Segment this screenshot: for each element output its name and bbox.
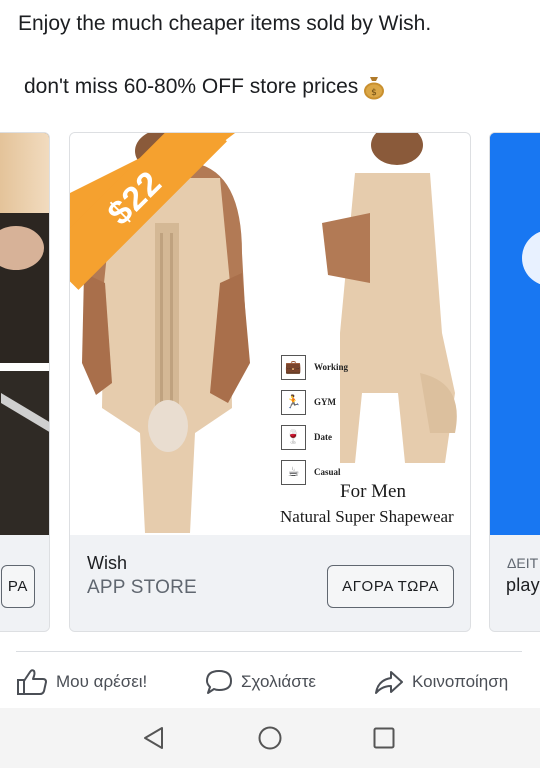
android-nav-bar: [0, 708, 540, 768]
comment-button[interactable]: Σχολιάστε: [204, 668, 316, 696]
feature-label: Date: [314, 432, 332, 442]
money-bag-icon: $: [362, 74, 386, 100]
feature-item: 🍷 Date: [281, 421, 361, 453]
card-subtitle: play: [506, 575, 540, 595]
like-label: Μου αρέσει!: [56, 672, 148, 691]
recent-apps-nav-button[interactable]: [371, 725, 397, 751]
back-triangle-icon: [144, 727, 163, 749]
share-label: Κοινοποίηση: [412, 672, 509, 691]
advertiser-subtitle: APP STORE: [87, 577, 197, 598]
home-nav-button[interactable]: [257, 725, 283, 751]
post-actions-bar: Μου αρέσει! Σχολιάστε Κοινοποίηση: [0, 668, 540, 708]
recent-square-icon: [373, 727, 395, 749]
card-title: ΔΕΙΤ: [507, 555, 539, 571]
card-footer: ΔΕΙΤ play: [490, 535, 540, 631]
briefcase-icon: 💼: [281, 354, 306, 380]
feature-label: GYM: [314, 397, 336, 407]
coffee-cup-icon: ☕: [281, 459, 306, 485]
like-button[interactable]: Μου αρέσει!: [15, 668, 147, 696]
actions-divider: [16, 651, 522, 652]
svg-text:$: $: [371, 88, 377, 98]
post-text-line-2-text: don't miss 60-80% OFF store prices: [24, 75, 359, 98]
treadmill-icon: 🏃: [281, 389, 306, 415]
home-circle-icon: [258, 726, 282, 750]
feature-item: 🏃 GYM: [281, 386, 361, 418]
product-feature-list: 💼 Working 🏃 GYM 🍷 Date ☕ Casual: [281, 351, 361, 491]
buy-now-button[interactable]: ΑΓΟΡΑ ΤΩΡΑ: [327, 565, 454, 608]
carousel-card-next[interactable]: ΔΕΙΤ play: [489, 132, 540, 632]
card-footer: ΡΑ: [0, 535, 49, 631]
comment-label: Σχολιάστε: [241, 672, 316, 691]
carousel-card-previous[interactable]: ΡΑ: [0, 132, 50, 632]
advertiser-name: Wish: [87, 553, 127, 573]
card-image[interactable]: [0, 133, 49, 535]
product-image[interactable]: $22 💼 Working 🏃 GYM 🍷 Date ☕ Casual For …: [70, 133, 470, 535]
ad-carousel[interactable]: ΡΑ $22 💼 Working 🏃 GYM 🍷 Date ☕ Casual F…: [0, 132, 540, 634]
card-footer: Wish APP STORE ΑΓΟΡΑ ΤΩΡΑ: [70, 535, 470, 631]
product-caption-subtitle: Natural Super Shapewear: [280, 507, 454, 526]
share-arrow-icon: [375, 671, 403, 694]
post-text-line-1: Enjoy the much cheaper items sold by Wis…: [18, 12, 432, 35]
feature-label: Working: [314, 362, 349, 372]
back-nav-button[interactable]: [141, 725, 167, 751]
feature-item: 💼 Working: [281, 351, 361, 383]
feature-label: Casual: [314, 467, 341, 477]
comment-bubble-icon: [206, 670, 232, 694]
card-cta-button[interactable]: ΡΑ: [0, 565, 35, 608]
share-button[interactable]: Κοινοποίηση: [373, 668, 508, 696]
post-text-line-2: don't miss 60-80% OFF store prices $: [24, 74, 386, 100]
product-caption-title: For Men: [340, 481, 406, 502]
carousel-card-wish[interactable]: $22 💼 Working 🏃 GYM 🍷 Date ☕ Casual For …: [69, 132, 471, 632]
card-image[interactable]: [490, 133, 540, 535]
wine-glass-icon: 🍷: [281, 424, 306, 450]
thumbs-up-icon: [17, 669, 47, 695]
